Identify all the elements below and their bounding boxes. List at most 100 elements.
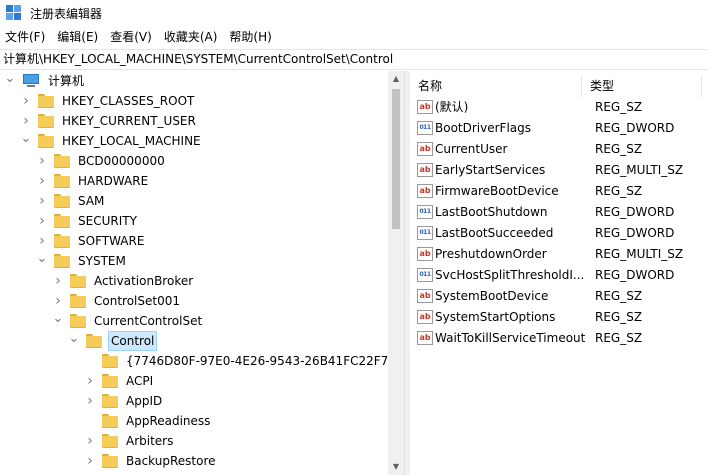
value-type: REG_DWORD (595, 120, 675, 135)
chevron-right-icon[interactable]: › (84, 431, 96, 451)
value-type: REG_SZ (595, 141, 643, 156)
tree-item[interactable]: › ACPI (84, 371, 155, 391)
binary-value-icon: 011 (417, 225, 433, 240)
tree-item[interactable]: › BackupRestore (84, 451, 218, 471)
binary-value-icon: 011 (417, 120, 433, 135)
value-type: REG_SZ (595, 330, 643, 345)
value-type: REG_DWORD (595, 204, 675, 219)
value-type: REG_SZ (595, 288, 643, 303)
value-row[interactable]: ab FirmwareBootDevice REG_SZ (410, 180, 708, 201)
tree-item-label: Arbiters (126, 434, 174, 448)
chevron-down-icon[interactable]: ⌄ (36, 249, 48, 269)
tree-item[interactable]: ⌄ Control (68, 329, 158, 351)
tree-item[interactable]: ⌄ SYSTEM (36, 251, 128, 271)
tree-item[interactable]: › HKEY_CLASSES_ROOT (20, 91, 196, 111)
menu-help[interactable]: 帮助(H) (223, 26, 277, 48)
tree-item-label: ACPI (126, 374, 154, 388)
chevron-right-icon[interactable]: › (36, 211, 48, 231)
tree-item[interactable]: › AppID (84, 391, 164, 411)
value-name: BootDriverFlags (435, 120, 532, 135)
scrollbar-thumb[interactable] (392, 89, 400, 229)
value-row[interactable]: ab SystemStartOptions REG_SZ (410, 306, 708, 327)
value-row[interactable]: ab CurrentUser REG_SZ (410, 138, 708, 159)
chevron-right-icon[interactable]: › (20, 91, 32, 111)
string-value-icon: ab (417, 246, 433, 261)
value-type: REG_DWORD (595, 267, 675, 282)
tree-item[interactable]: › ActivationBroker (52, 271, 195, 291)
chevron-right-icon[interactable]: › (52, 271, 64, 291)
chevron-right-icon[interactable]: › (84, 451, 96, 471)
chevron-right-icon[interactable]: › (84, 391, 96, 411)
value-name: SvcHostSplitThresholdI... (435, 267, 585, 282)
value-row[interactable]: 011 BootDriverFlags REG_DWORD (410, 117, 708, 138)
chevron-down-icon[interactable]: ⌄ (52, 309, 64, 329)
folder-icon (102, 394, 118, 408)
menu-file[interactable]: 文件(F) (0, 26, 51, 48)
tree-item-label: SAM (78, 194, 105, 208)
tree-item[interactable]: AppReadiness (84, 411, 212, 431)
tree-scrollbar[interactable]: ▲ ▼ (388, 71, 404, 475)
folder-icon (54, 154, 70, 168)
menu-view[interactable]: 查看(V) (104, 26, 158, 48)
chevron-right-icon[interactable]: › (36, 191, 48, 211)
chevron-placeholder (84, 351, 96, 371)
value-row[interactable]: ab EarlyStartServices REG_MULTI_SZ (410, 159, 708, 180)
value-type: REG_DWORD (595, 225, 675, 240)
value-type: REG_SZ (595, 183, 643, 198)
tree-item[interactable]: › SECURITY (36, 211, 139, 231)
tree-item[interactable]: › Arbiters (84, 431, 175, 451)
binary-value-icon: 011 (417, 204, 433, 219)
value-row[interactable]: ab (默认) REG_SZ (410, 96, 708, 117)
scroll-up-arrow-icon[interactable]: ▲ (388, 71, 404, 87)
tree-item-label: Control (108, 331, 158, 351)
column-header-name[interactable]: 名称 (410, 75, 582, 97)
chevron-down-icon[interactable]: ⌄ (68, 329, 80, 349)
folder-icon (54, 174, 70, 188)
value-row[interactable]: ab PreshutdownOrder REG_MULTI_SZ (410, 243, 708, 264)
value-row[interactable]: ab WaitToKillServiceTimeout REG_SZ (410, 327, 708, 348)
window-title: 注册表编辑器 (30, 6, 103, 21)
chevron-right-icon[interactable]: › (36, 151, 48, 171)
folder-icon (38, 114, 54, 128)
folder-icon (70, 294, 86, 308)
tree-item[interactable]: ⌄ HKEY_LOCAL_MACHINE (20, 131, 203, 151)
folder-icon (38, 94, 54, 108)
tree-item[interactable]: › HARDWARE (36, 171, 150, 191)
value-name: SystemBootDevice (435, 288, 549, 303)
tree-item[interactable]: {7746D80F-97E0-4E26-9543-26B41FC22F79} (84, 351, 404, 371)
tree-item-label: ActivationBroker (94, 274, 194, 288)
address-bar[interactable]: 计算机\HKEY_LOCAL_MACHINE\SYSTEM\CurrentCon… (0, 49, 708, 70)
value-name: SystemStartOptions (435, 309, 556, 324)
value-row[interactable]: 011 SvcHostSplitThresholdI... REG_DWORD (410, 264, 708, 285)
chevron-down-icon[interactable]: ⌄ (20, 129, 32, 149)
value-name: FirmwareBootDevice (435, 183, 559, 198)
tree-item[interactable]: › BCD00000000 (36, 151, 167, 171)
scroll-down-arrow-icon[interactable]: ▼ (388, 459, 404, 475)
tree-item-label: AppReadiness (126, 414, 211, 428)
chevron-down-icon[interactable]: ⌄ (4, 71, 16, 89)
tree-item[interactable]: ⌄ 计算机 (4, 71, 86, 91)
menu-favorites[interactable]: 收藏夹(A) (158, 26, 224, 48)
tree-item[interactable]: › HKEY_CURRENT_USER (20, 111, 198, 131)
folder-icon (54, 254, 70, 268)
menu-edit[interactable]: 编辑(E) (51, 26, 104, 48)
chevron-right-icon[interactable]: › (84, 371, 96, 391)
tree-item-label: HARDWARE (78, 174, 149, 188)
tree-item[interactable]: › ControlSet001 (52, 291, 182, 311)
value-row[interactable]: 011 LastBootShutdown REG_DWORD (410, 201, 708, 222)
value-name: EarlyStartServices (435, 162, 546, 177)
chevron-right-icon[interactable]: › (36, 171, 48, 191)
string-value-icon: ab (417, 183, 433, 198)
value-type: REG_MULTI_SZ (595, 246, 684, 261)
folder-icon (102, 374, 118, 388)
folder-icon (102, 354, 118, 368)
binary-value-icon: 011 (417, 267, 433, 282)
tree-item[interactable]: › SAM (36, 191, 106, 211)
tree-item[interactable]: › SOFTWARE (36, 231, 146, 251)
tree-item-label: AppID (126, 394, 163, 408)
value-row[interactable]: ab SystemBootDevice REG_SZ (410, 285, 708, 306)
column-header-type[interactable]: 类型 (582, 75, 702, 97)
value-row[interactable]: 011 LastBootSucceeded REG_DWORD (410, 222, 708, 243)
string-value-icon: ab (417, 288, 433, 303)
menu-bar: 文件(F) 编辑(E) 查看(V) 收藏夹(A) 帮助(H) (0, 26, 708, 48)
